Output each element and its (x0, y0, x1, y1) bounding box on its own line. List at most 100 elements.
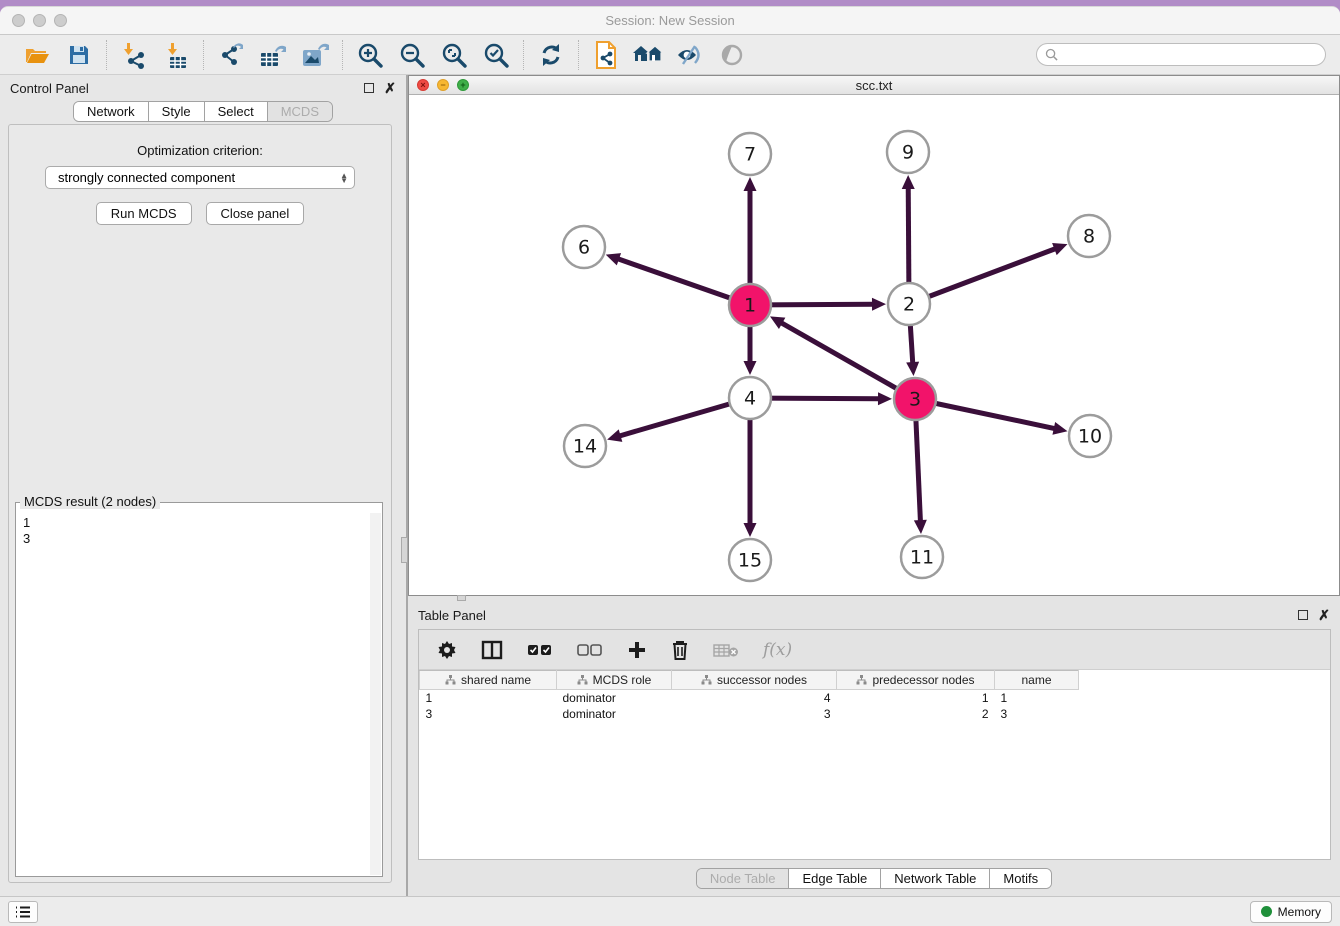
function-builder-icon[interactable]: f(x) (763, 640, 792, 660)
tab-mcds[interactable]: MCDS (268, 102, 332, 121)
graph-node-1[interactable]: 1 (729, 284, 771, 326)
column-header-predecessor-nodes[interactable]: predecessor nodes (837, 671, 995, 690)
export-network-icon[interactable] (214, 40, 248, 70)
graph-node-2[interactable]: 2 (888, 283, 930, 325)
task-history-button[interactable] (8, 901, 38, 923)
search-area (1036, 43, 1326, 66)
eye-icon[interactable] (715, 40, 749, 70)
clear-selection-icon[interactable] (577, 643, 603, 657)
open-session-icon[interactable] (20, 40, 54, 70)
graph-node-7[interactable]: 7 (729, 133, 771, 175)
zoom-selected-icon[interactable] (479, 40, 513, 70)
table-options-icon[interactable] (437, 640, 457, 660)
select-all-icon[interactable] (527, 643, 553, 657)
houses-icon[interactable] (631, 40, 665, 70)
delete-column-icon[interactable] (671, 640, 689, 660)
table-cell[interactable]: dominator (557, 690, 672, 706)
table-cell[interactable]: 1 (837, 690, 995, 706)
edge-3-1[interactable] (780, 322, 915, 399)
graph-node-4[interactable]: 4 (729, 377, 771, 419)
search-input[interactable] (1058, 48, 1317, 62)
column-header-MCDS-role[interactable]: MCDS role (557, 671, 672, 690)
run-mcds-button[interactable]: Run MCDS (96, 202, 192, 225)
table-cell[interactable] (1079, 690, 1331, 706)
style-eye-icon[interactable] (673, 40, 707, 70)
edge-arrow-4-14 (607, 429, 622, 441)
table-cell[interactable]: 2 (837, 706, 995, 722)
mcds-result-list[interactable]: 1 3 (17, 513, 370, 875)
table-cell[interactable]: 1 (995, 690, 1079, 706)
control-panel-float-icon[interactable] (364, 83, 374, 93)
optimization-criterion-label: Optimization criterion: (9, 143, 391, 158)
network-canvas[interactable]: 7 9 6 8 1 2 4 3 14 10 15 11 (409, 95, 1339, 595)
export-image-icon[interactable] (298, 40, 332, 70)
control-panel-close-icon[interactable]: ✗ (384, 83, 396, 93)
network-document-icon[interactable] (589, 40, 623, 70)
tab-motifs[interactable]: Motifs (990, 869, 1051, 888)
table-panel-float-icon[interactable] (1298, 610, 1308, 620)
vertical-splitter-handle[interactable] (401, 537, 408, 563)
graph-node-3[interactable]: 3 (894, 378, 936, 420)
tab-edge-table[interactable]: Edge Table (789, 869, 881, 888)
network-graph[interactable]: 7 9 6 8 1 2 4 3 14 10 15 11 (409, 95, 1339, 595)
import-table-icon[interactable] (159, 40, 193, 70)
node-label-4: 4 (744, 388, 756, 410)
graph-node-6[interactable]: 6 (563, 226, 605, 268)
titlebar: Session: New Session (0, 7, 1340, 35)
table-panel-close-icon[interactable]: ✗ (1318, 610, 1330, 620)
zoom-out-icon[interactable] (395, 40, 429, 70)
table-cell[interactable]: 4 (672, 690, 837, 706)
graph-node-14[interactable]: 14 (564, 425, 606, 467)
table-cell[interactable]: dominator (557, 706, 672, 722)
edge-arrow-1-7 (744, 177, 757, 191)
column-type-icon (577, 675, 588, 685)
import-network-icon[interactable] (117, 40, 151, 70)
column-header-name[interactable]: name (995, 671, 1079, 690)
column-type-icon (856, 675, 867, 685)
table-cell[interactable]: 1 (420, 690, 557, 706)
table-cell[interactable] (1079, 706, 1331, 722)
column-view-icon[interactable] (481, 640, 503, 660)
tab-node-table[interactable]: Node Table (697, 869, 790, 888)
column-header-successor-nodes[interactable]: successor nodes (672, 671, 837, 690)
column-header-shared-name[interactable]: shared name (420, 671, 557, 690)
edge-arrow-3-11 (914, 520, 927, 534)
memory-button[interactable]: Memory (1250, 901, 1332, 923)
graph-node-8[interactable]: 8 (1068, 215, 1110, 257)
node-label-9: 9 (902, 142, 914, 164)
export-table-icon[interactable] (256, 40, 290, 70)
search-field[interactable] (1036, 43, 1326, 66)
node-label-1: 1 (744, 295, 756, 317)
tab-select[interactable]: Select (205, 102, 268, 121)
edge-2-8[interactable] (909, 248, 1056, 304)
table-tabs: Node Table Edge Table Network Table Moti… (696, 868, 1052, 889)
node-table-container: f(x) shared nameMCDS rolesuccessor nodes… (418, 629, 1331, 860)
graph-node-15[interactable]: 15 (729, 539, 771, 581)
optimization-criterion-value: strongly connected component (58, 170, 235, 185)
table-cell[interactable]: 3 (420, 706, 557, 722)
table-row[interactable]: 1dominator411 (420, 690, 1331, 706)
table-row[interactable]: 3dominator323 (420, 706, 1331, 722)
delete-table-icon[interactable] (713, 642, 739, 658)
close-panel-button[interactable]: Close panel (206, 202, 305, 225)
table-cell[interactable]: 3 (672, 706, 837, 722)
add-column-icon[interactable] (627, 640, 647, 660)
tab-network-table[interactable]: Network Table (881, 869, 990, 888)
save-session-icon[interactable] (62, 40, 96, 70)
edge-arrow-2-8 (1052, 243, 1067, 255)
mcds-result-title: MCDS result (2 nodes) (20, 494, 160, 509)
horizontal-splitter-handle[interactable] (457, 595, 466, 601)
optimization-criterion-select[interactable]: strongly connected component ▲▼ (45, 166, 355, 189)
zoom-in-icon[interactable] (353, 40, 387, 70)
tab-style[interactable]: Style (149, 102, 205, 121)
tab-network[interactable]: Network (74, 102, 149, 121)
graph-node-9[interactable]: 9 (887, 131, 929, 173)
graph-node-10[interactable]: 10 (1069, 415, 1111, 457)
search-icon (1045, 48, 1058, 61)
mcds-result-scrollbar[interactable] (370, 513, 381, 875)
edge-arrow-1-6 (606, 253, 621, 265)
table-cell[interactable]: 3 (995, 706, 1079, 722)
zoom-fit-icon[interactable] (437, 40, 471, 70)
graph-node-11[interactable]: 11 (901, 536, 943, 578)
refresh-icon[interactable] (534, 40, 568, 70)
